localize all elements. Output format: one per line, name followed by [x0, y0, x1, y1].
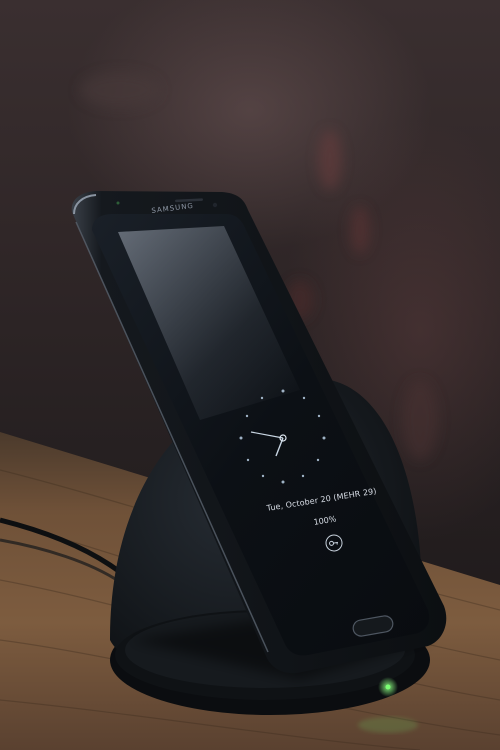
photo-illustration: [0, 72, 500, 750]
photo-scene: SAMSUNG Tue, October 20 (MEHR 29) 100%: [0, 0, 500, 750]
charger-led: [385, 684, 391, 690]
